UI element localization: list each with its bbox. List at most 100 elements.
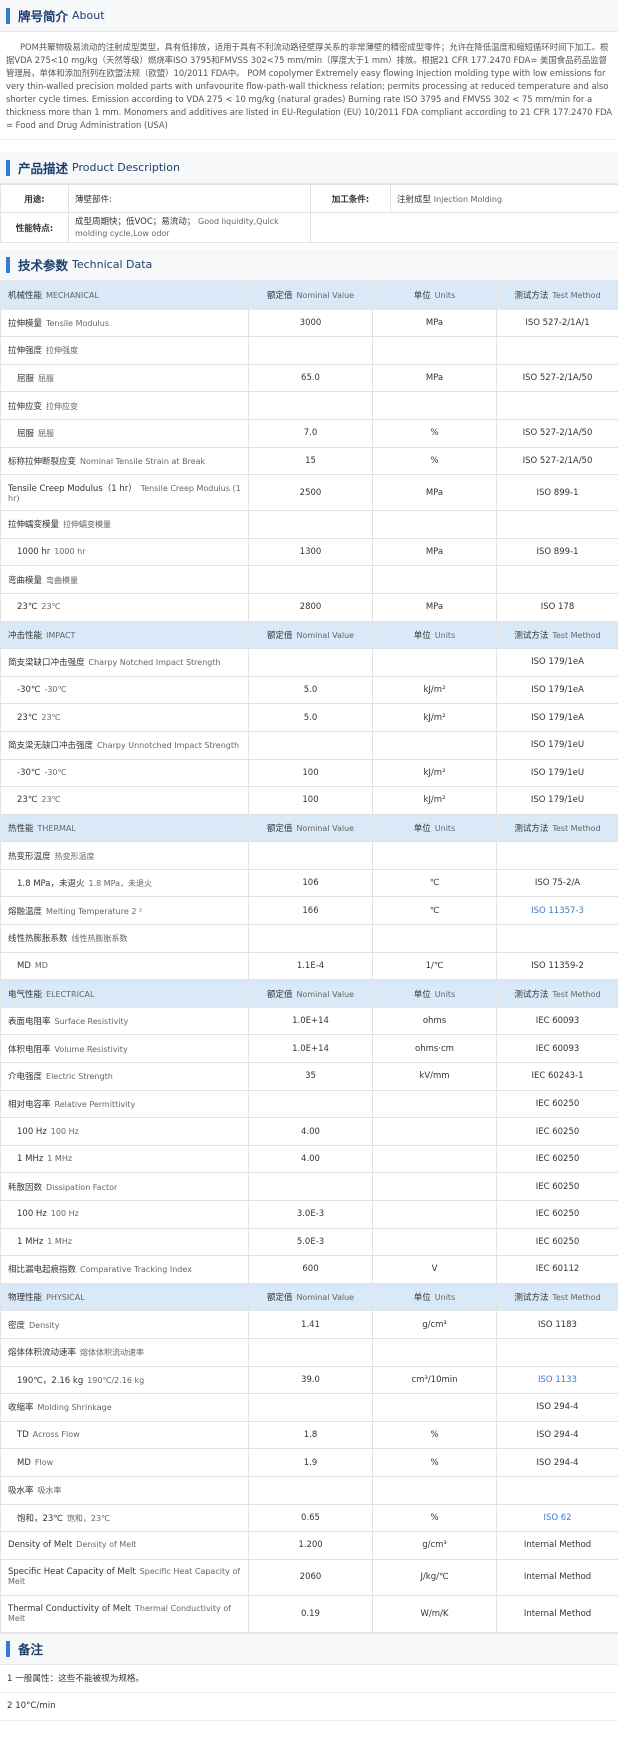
property-name-zh: 饱和，23℃ [17,1513,63,1524]
nominal-value [248,1089,373,1119]
property-name-zh: MD [17,960,31,971]
table-subrow: 190℃，2.16 kg 190℃/2.16 kg 39.0 cm³/10min ISO… [0,1365,618,1395]
nominal-value: 1.1E-4 [248,951,373,981]
property-name-en: 1.8 MPa，未退火 [88,879,153,889]
unit-value: % [372,1420,497,1450]
property-name-en: Nominal Tensile Strain at Break [80,456,206,466]
property-name-en: Tensile Modulus [46,318,110,328]
property-name-en: 拉伸应变 [46,401,79,411]
test-method[interactable]: ISO 11357-3 [496,896,618,926]
property-name-zh: Thermal Conductivity of Melt [8,1603,131,1614]
test-method[interactable]: ISO 1133 [496,1365,618,1395]
property-name: 耗散因数 Dissipation Factor [0,1172,249,1201]
category-header-row: 机械性能 MECHANICAL 额定值 Nominal Value 单位 Units 测试方… [0,281,618,310]
property-name: -30℃ -30℃ [0,675,249,705]
table-subrow: 屈服 屈服 65.0 MPa ISO 527-2/1A/50 [0,363,618,393]
property-name: 体积电阻率 Volume Resistivity [0,1034,249,1064]
method-header-en: Test Method [552,291,601,301]
property-name: 190℃，2.16 kg 190℃/2.16 kg [0,1365,249,1395]
nominal-value: 100 [248,758,373,788]
unit-value [372,1337,497,1367]
table-subrow: MD Flow 1.9% ISO 294-4 [0,1448,618,1477]
test-method [496,841,618,870]
property-name-en: Charpy Unnotched Impact Strength [97,741,240,751]
table-row: 拉伸应变 拉伸应变 [0,391,618,420]
method-header-zh: 测试方法 [514,823,549,834]
table-row: 标称拉伸断裂应变 Nominal Tensile Strain at Break 1… [0,446,618,476]
method-header: 测试方法 Test Method [496,1282,618,1312]
property-name-zh: 1000 hr [17,547,51,558]
unit-header-en: Units [434,291,456,301]
category-label-en: ELECTRICAL [46,989,95,999]
property-name-en: 100 Hz [50,1209,79,1219]
property-name-zh: 1 MHz [17,1236,44,1247]
nominal-value: 4.00 [248,1144,373,1174]
test-method: IEC 60250 [496,1172,618,1201]
unit-value: MPa [372,537,497,567]
table-subrow: 1 MHz 1 MHz 4.00 IEC 60250 [0,1144,618,1174]
unit-header-en: Units [434,823,456,833]
property-name-zh: 23℃ [17,712,38,723]
category-header-row: 电气性能 ELECTRICAL 额定值 Nominal Value 单位 Units 测试方… [0,979,618,1008]
unit-value [372,1475,497,1505]
category-label-en: THERMAL [37,823,76,833]
unit-header-zh: 单位 [413,823,431,834]
property-name-zh: 拉伸强度 [8,346,43,357]
product-title-en: Product Description [72,161,180,174]
unit-header-zh: 单位 [413,630,431,641]
table-row: 简支梁无缺口冲击强度 Charpy Unnotched Impact Streng… [0,730,618,760]
property-name-zh: 屈服 [17,429,35,440]
property-name-en: 屈服 [38,429,55,439]
property-name-en: Surface Resistivity [54,1017,129,1027]
property-name-zh: Tensile Creep Modulus（1 hr） [8,483,137,494]
property-name-zh: 介电强度 [8,1072,43,1083]
test-method[interactable]: ISO 62 [496,1503,618,1533]
property-name-en: Charpy Notched Impact Strength [88,658,221,668]
property-name-zh: 密度 [8,1320,26,1331]
property-name: 相对电容率 Relative Permittivity [0,1089,249,1119]
category-label-zh: 电气性能 [8,989,43,1000]
property-name-en: 23℃ [41,602,61,612]
test-method: ISO 527-2/1A/50 [496,446,618,476]
unit-value [372,924,497,953]
tech-title-en: Technical Data [72,258,153,271]
datasheet-page: 牌号简介 About POM共聚物极易流动的注射成型类型，具有低排放，适用于具有… [0,0,618,1749]
unit-value: kJ/m² [372,758,497,788]
property-name-en: 屈服 [38,374,55,384]
table-row: 收缩率 Molding Shrinkage ISO 294-4 [0,1393,618,1422]
value-header-zh: 额定值 [266,823,293,834]
property-name-en: 热变形温度 [54,851,95,861]
property-name-en: 熔体体积流动速率 [80,1348,145,1358]
nominal-value [248,1475,373,1505]
table-row: Tensile Creep Modulus（1 hr） Tensile Creep… [0,474,618,512]
test-method: ISO 527-2/1A/50 [496,363,618,393]
table-row: 耗散因数 Dissipation Factor IEC 60250 [0,1172,618,1201]
nominal-value [248,510,373,539]
test-method: ISO 179/1eU [496,758,618,788]
unit-value: ohms·cm [372,1034,497,1064]
test-method: IEC 60093 [496,1034,618,1064]
value-header-en: Nominal Value [296,989,355,999]
property-name: 表面电阻率 Surface Resistivity [0,1006,249,1036]
category-label-en: IMPACT [46,630,76,640]
property-name-en: Dissipation Factor [46,1182,118,1192]
test-method [496,924,618,953]
table-subrow: 23℃ 23℃ 100 kJ/m² ISO 179/1eU [0,786,618,815]
property-name: 屈服 屈服 [0,363,249,393]
value-header-en: Nominal Value [296,1293,355,1303]
section-accent-bar [6,1640,10,1657]
property-name-zh: 100 Hz [17,1209,47,1220]
table-subrow: 屈服 屈服 7.0% ISO 527-2/1A/50 [0,418,618,448]
nominal-value: 15 [248,446,373,476]
nominal-value: 5.0E-3 [248,1227,373,1257]
method-header: 测试方法 Test Method [496,813,618,843]
property-name: 1000 hr 1000 hr [0,537,249,567]
test-method [496,1337,618,1367]
test-method: IEC 60250 [496,1089,618,1119]
property-name-zh: MD [17,1457,31,1468]
table-subrow: 23℃ 23℃ 5.0 kJ/m² ISO 179/1eA [0,703,618,732]
nominal-value: 39.0 [248,1365,373,1395]
property-name-zh: -30℃ [17,767,41,778]
property-name-en: -30℃ [44,685,67,695]
property-name-en: -30℃ [44,767,67,777]
